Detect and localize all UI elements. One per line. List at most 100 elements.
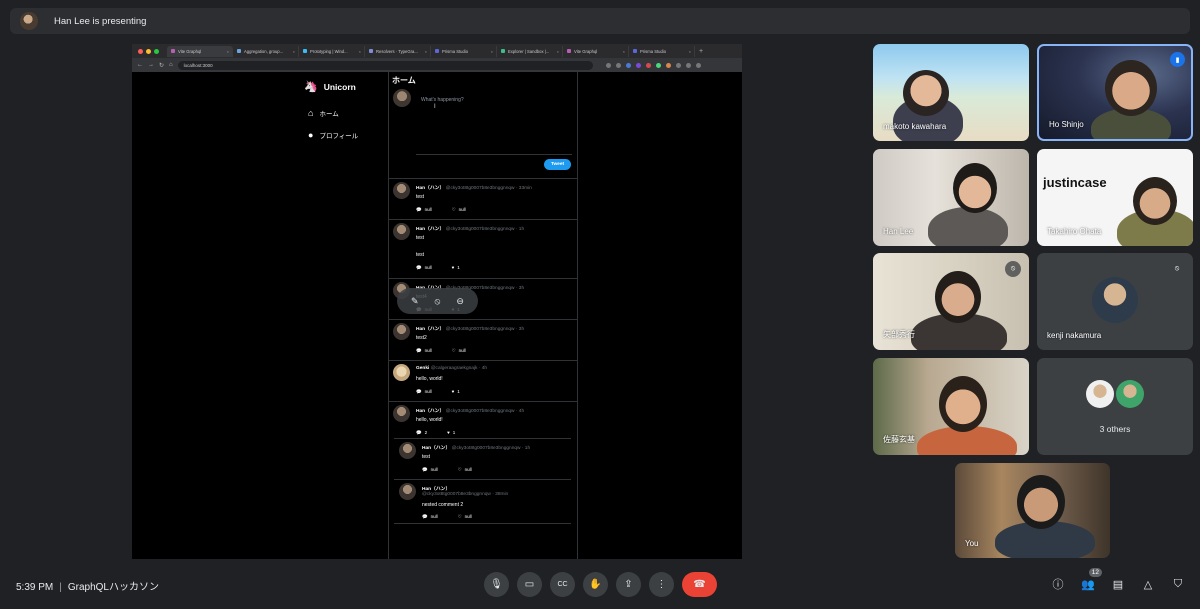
comment-icon: 💬 <box>422 514 428 519</box>
meeting-info: 5:39 PM | GraphQLハッカソン <box>16 582 159 593</box>
heart-icon: ♡ <box>451 207 456 212</box>
heart-icon: ♥ <box>447 430 450 435</box>
people-count-badge: 12 <box>1088 568 1102 577</box>
participant-tile[interactable]: ⦸ 矢部秀行 <box>873 253 1029 350</box>
like-count: ♥1 <box>451 389 460 394</box>
people-button[interactable]: 👥 12 <box>1080 568 1102 592</box>
profile-icon: ● <box>308 130 314 140</box>
activities-button[interactable]: △ <box>1140 576 1156 592</box>
timeline-post: Genki @calgeraagraekgnajk · 4h hello, wo… <box>388 360 577 401</box>
avatar <box>399 483 416 500</box>
compose-input: What's happening? <box>421 97 464 103</box>
captions-icon: CC <box>557 581 568 588</box>
raise-hand-button[interactable]: ✋ <box>583 572 608 597</box>
microphone-button[interactable]: 🎙 <box>484 572 509 597</box>
comment-icon: 💬 <box>416 348 422 353</box>
captions-button[interactable]: CC <box>550 572 575 597</box>
reload-icon: ↻ <box>159 62 165 69</box>
timeline-post: Han（ハン） @cky3ot8tg0007b8e3bnggnnqw · 3h … <box>388 319 577 360</box>
participant-tile[interactable]: makoto kawahara <box>873 44 1029 141</box>
presenting-label: Han Lee is presenting <box>54 15 147 27</box>
participant-tile[interactable]: justincase Takahiro Ohata <box>1037 149 1193 246</box>
nav-item-profile: ● プロフィール <box>308 130 359 140</box>
browser-tab: Aggregation, group... × <box>233 45 299 57</box>
avatar <box>393 364 410 381</box>
participant-name: Ho Shinjo <box>1049 120 1084 129</box>
call-controls: 🎙 ▭ CC ✋ ⇪ ⋮ ☎ <box>484 572 717 597</box>
timeline-post: Han（ハン） @cky3ot8tg0007b8e3bnggnnqw · 4h … <box>388 401 577 529</box>
tile-hover-controls: ✎ ⦸ ⊖ <box>397 288 478 314</box>
comment-count: 💬null <box>416 389 432 394</box>
participant-name: 佐藤玄基 <box>883 435 915 444</box>
participant-name: 矢部秀行 <box>883 330 915 339</box>
presenting-banner: Han Lee is presenting <box>10 8 1190 34</box>
reply-post: Han（ハン） @cky3ot8tg0007b8e3bnggnnqw · 1h … <box>394 438 571 479</box>
home-icon: ⌂ <box>169 62 173 68</box>
host-controls-button[interactable]: ⛉ <box>1170 576 1186 592</box>
chat-button[interactable]: ▤ <box>1110 576 1126 592</box>
tweet-button: Tweet <box>544 159 571 170</box>
comment-count: 💬null <box>416 265 432 270</box>
participant-name: Takahiro Ohata <box>1047 227 1102 236</box>
window-controls <box>138 48 159 54</box>
avatar <box>393 182 410 199</box>
more-options-button[interactable]: ⋮ <box>649 572 674 597</box>
hand-icon: ✋ <box>589 579 602 590</box>
shared-screen: Vite Graphql × Aggregation, group... × Pro… <box>132 44 742 559</box>
compose-underline <box>416 154 572 155</box>
timeline: ホーム What's happening? I Tweet Han（ハン） @c… <box>388 72 577 559</box>
presenter-avatar <box>20 12 38 30</box>
meeting-details-button[interactable]: ⓘ <box>1050 576 1066 592</box>
camera-button[interactable]: ▭ <box>517 572 542 597</box>
avatar <box>393 323 410 340</box>
home-icon: ⌂ <box>308 108 314 118</box>
comment-icon: 💬 <box>422 467 428 472</box>
reply-post: Han（ハン） @cky3ot8tg0007b8e3bnggnnqw · 38m… <box>394 479 571 524</box>
pin-icon: ✎ <box>411 295 419 306</box>
brand-name: Unicorn <box>323 81 356 92</box>
nav-item-home: ⌂ ホーム <box>308 108 339 118</box>
comment-icon: 💬 <box>416 430 422 435</box>
meeting-title: GraphQLハッカソン <box>67 582 159 593</box>
browser-tab: Prisma Studio × <box>629 45 695 57</box>
compose-avatar <box>393 89 411 107</box>
comment-icon: 💬 <box>416 207 422 212</box>
info-icon: ⓘ <box>1052 579 1064 591</box>
participant-tile[interactable]: ▮ Ho Shinjo <box>1037 44 1193 141</box>
participant-name: Han Lee <box>883 227 914 236</box>
participant-tile[interactable]: 3 others <box>1037 358 1193 455</box>
text-cursor-icon: I <box>434 104 436 110</box>
microphone-icon: 🎙 <box>490 579 503 590</box>
present-button[interactable]: ⇪ <box>616 572 641 597</box>
unicorn-app: 🦄 Unicorn ⌂ ホーム ● プロフィール ホーム What's happ… <box>132 72 742 559</box>
like-count: ♥1 <box>447 430 456 435</box>
avatar <box>1092 277 1138 323</box>
browser-tab: Resolvers · TypeGra... × <box>365 45 431 57</box>
browser-tab: Prototyping | Wind... × <box>299 45 365 57</box>
like-count: ♡ null <box>457 467 472 472</box>
timeline-post: Han（ハン） @cky3ot8tg0007b8e3bnggnnqw · 33m… <box>388 178 577 219</box>
comment-icon: 💬 <box>416 389 422 394</box>
leave-call-button[interactable]: ☎ <box>682 572 717 597</box>
avatar <box>393 405 410 422</box>
participant-tile[interactable]: ⦸ kenji nakamura <box>1037 253 1193 350</box>
participant-name: kenji nakamura <box>1047 331 1102 340</box>
extension-icons <box>605 62 701 68</box>
participant-tile[interactable]: Han Lee <box>873 149 1029 246</box>
comment-icon: 💬 <box>416 265 422 270</box>
timeline-post: Han（ハン） @cky3ot8tg0007b8e3bnggnnqw · 1h … <box>388 219 577 278</box>
justincase-logo: justincase <box>1043 175 1107 190</box>
url-field: localhost:3000 <box>177 60 593 70</box>
camera-icon: ▭ <box>524 579 535 590</box>
app-brand: 🦄 Unicorn <box>304 80 356 93</box>
participant-tile[interactable]: 佐藤玄基 <box>873 358 1029 455</box>
self-view-tile[interactable]: You <box>955 463 1110 558</box>
column-divider <box>577 72 578 559</box>
comment-count: 💬null <box>422 467 438 472</box>
others-avatars <box>1037 380 1193 408</box>
browser-tab: Prisma Studio × <box>431 45 497 57</box>
others-label: 3 others <box>1099 424 1131 434</box>
activities-icon: △ <box>1143 578 1153 591</box>
avatar <box>393 223 410 240</box>
new-tab-icon: + <box>699 47 704 55</box>
